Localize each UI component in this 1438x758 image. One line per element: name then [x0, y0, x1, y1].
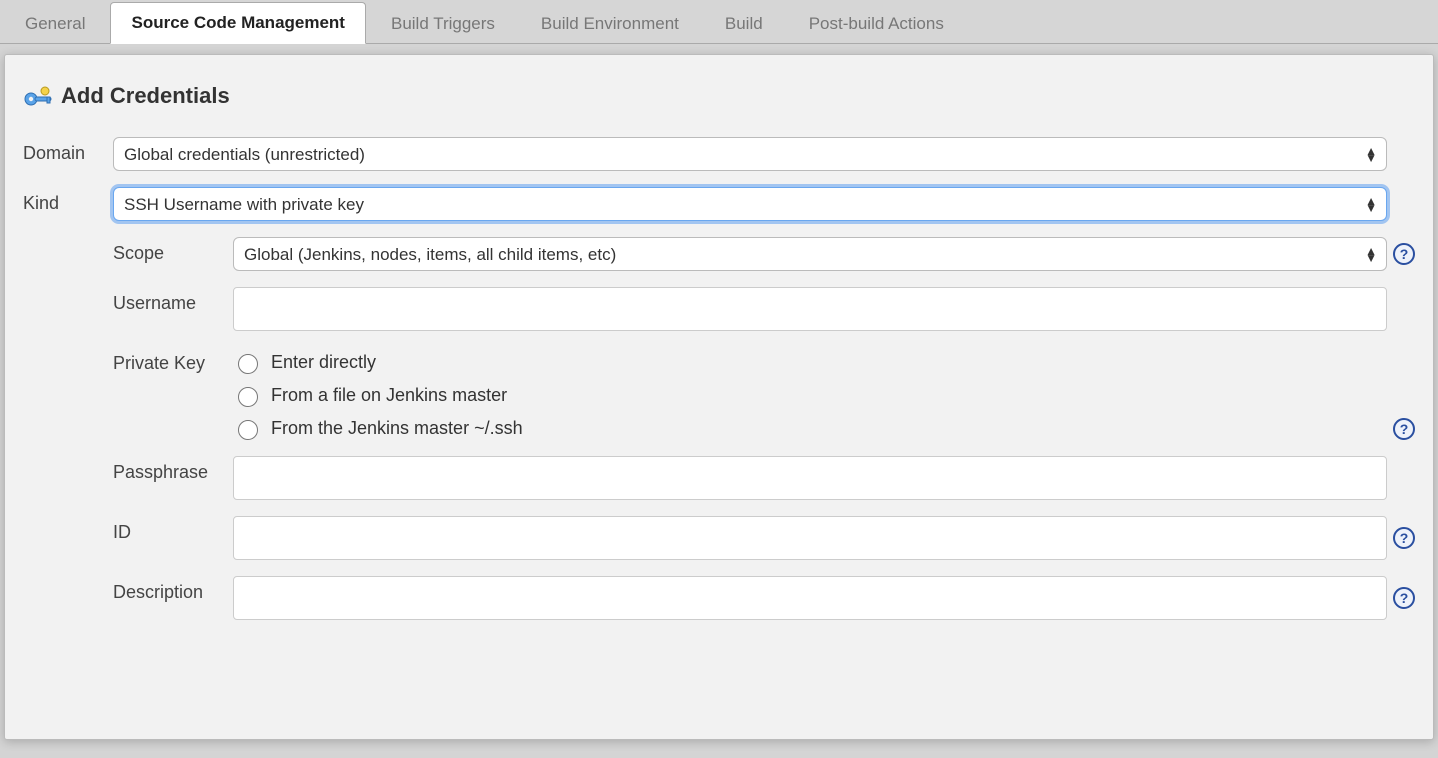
label-domain: Domain	[23, 137, 113, 164]
help-icon[interactable]: ?	[1393, 587, 1415, 609]
row-domain: Domain Global credentials (unrestricted)…	[23, 137, 1415, 171]
label-kind: Kind	[23, 187, 113, 214]
row-username: Username	[113, 287, 1415, 331]
radio-from-ssh-row[interactable]: From the Jenkins master ~/.ssh ?	[233, 417, 1415, 440]
tab-post-build-actions[interactable]: Post-build Actions	[788, 3, 965, 44]
add-credentials-modal: Add Credentials Domain Global credential…	[4, 54, 1434, 740]
help-icon[interactable]: ?	[1393, 418, 1415, 440]
help-icon[interactable]: ?	[1393, 243, 1415, 265]
row-description: Description ?	[113, 576, 1415, 620]
private-key-radio-group: Enter directly From a file on Jenkins ma…	[233, 347, 1415, 440]
input-description[interactable]	[233, 576, 1387, 620]
radio-from-ssh[interactable]	[238, 420, 258, 440]
tab-general[interactable]: General	[4, 3, 106, 44]
radio-enter-directly-row[interactable]: Enter directly	[233, 351, 1415, 374]
help-placeholder	[1393, 298, 1415, 320]
radio-from-file[interactable]	[238, 387, 258, 407]
row-scope: Scope Global (Jenkins, nodes, items, all…	[113, 237, 1415, 271]
radio-label: From a file on Jenkins master	[271, 385, 507, 406]
help-placeholder	[1393, 467, 1415, 489]
radio-label: Enter directly	[271, 352, 376, 373]
tab-source-code-management[interactable]: Source Code Management	[110, 2, 366, 44]
modal-backdrop: Add Credentials Domain Global credential…	[0, 44, 1438, 758]
help-placeholder	[1393, 193, 1415, 215]
kind-subfields: Scope Global (Jenkins, nodes, items, all…	[23, 237, 1415, 620]
label-private-key: Private Key	[113, 347, 233, 374]
input-username[interactable]	[233, 287, 1387, 331]
help-icon[interactable]: ?	[1393, 527, 1415, 549]
label-description: Description	[113, 576, 233, 603]
select-kind[interactable]: SSH Username with private key	[113, 187, 1387, 221]
modal-title: Add Credentials	[61, 83, 230, 109]
label-username: Username	[113, 287, 233, 314]
select-domain[interactable]: Global credentials (unrestricted)	[113, 137, 1387, 171]
label-passphrase: Passphrase	[113, 456, 233, 483]
key-icon	[23, 85, 53, 107]
label-id: ID	[113, 516, 233, 543]
row-passphrase: Passphrase	[113, 456, 1415, 500]
select-scope[interactable]: Global (Jenkins, nodes, items, all child…	[233, 237, 1387, 271]
label-scope: Scope	[113, 237, 233, 264]
radio-label: From the Jenkins master ~/.ssh	[271, 418, 523, 439]
radio-from-file-row[interactable]: From a file on Jenkins master	[233, 384, 1415, 407]
radio-enter-directly[interactable]	[238, 354, 258, 374]
input-id[interactable]	[233, 516, 1387, 560]
modal-title-row: Add Credentials	[23, 83, 1415, 109]
help-placeholder	[1393, 143, 1415, 165]
input-passphrase[interactable]	[233, 456, 1387, 500]
row-id: ID ?	[113, 516, 1415, 560]
tab-build-environment[interactable]: Build Environment	[520, 3, 700, 44]
row-private-key: Private Key Enter directly From a file o…	[113, 347, 1415, 440]
tab-build[interactable]: Build	[704, 3, 784, 44]
row-kind: Kind SSH Username with private key ▲▼	[23, 187, 1415, 221]
tab-build-triggers[interactable]: Build Triggers	[370, 3, 516, 44]
config-tabs: General Source Code Management Build Tri…	[0, 0, 1438, 44]
